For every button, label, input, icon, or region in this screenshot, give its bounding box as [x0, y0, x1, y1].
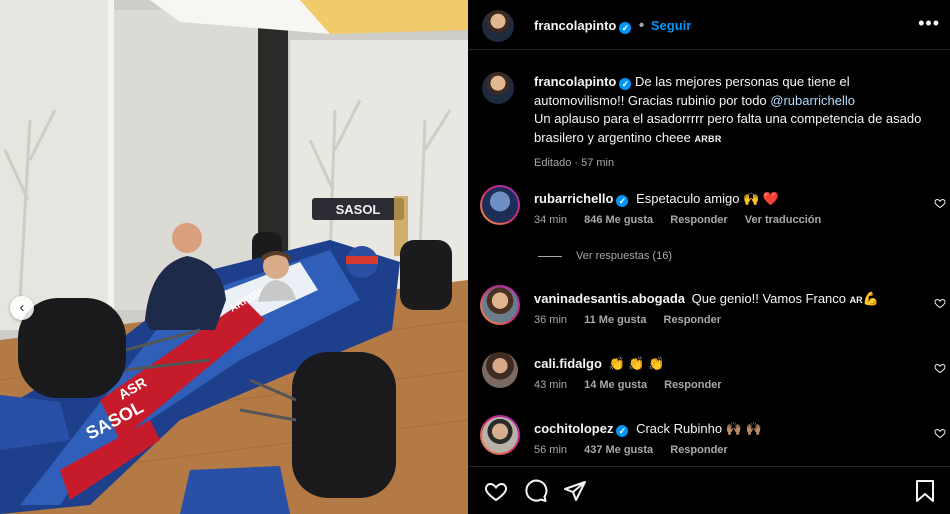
heart-icon[interactable]	[934, 362, 946, 374]
comment-body: cochitolopez ✓ Crack Rubinho 🙌🏽 🙌🏽	[534, 421, 762, 437]
comment-meta: 56 min 437 Me gusta Responder	[534, 444, 742, 456]
post-header: francolapinto ✓ • Seguir •••	[468, 0, 950, 50]
comment-username[interactable]: cali.fidalgo	[534, 356, 602, 371]
caption-time: 57 min	[581, 157, 615, 169]
verified-icon: ✓	[619, 22, 632, 34]
heart-icon[interactable]	[934, 297, 946, 309]
caption-flag: ARBR	[694, 133, 722, 144]
share-icon[interactable]	[563, 479, 587, 503]
reply-button[interactable]: Responder	[670, 444, 727, 456]
comment-text: Crack Rubinho 🙌🏽 🙌🏽	[636, 421, 762, 436]
bookmark-icon[interactable]	[914, 479, 936, 503]
comment-flag: AR	[849, 295, 863, 305]
comment-username[interactable]: cochitolopez	[534, 421, 613, 436]
comment-body: vaninadesantis.abogada Que genio!! Vamos…	[534, 291, 879, 307]
comment-meta: 36 min 11 Me gusta Responder	[534, 314, 735, 326]
caption-text-2: Un aplauso para el asadorrrrr pero falta…	[534, 111, 922, 145]
view-replies-label: Ver respuestas (16)	[576, 250, 672, 262]
comment-time: 36 min	[534, 314, 568, 326]
comment-meta: 34 min 846 Me gusta Responder Ver traduc…	[534, 214, 835, 226]
author-avatar[interactable]	[482, 10, 514, 42]
comment-time: 34 min	[534, 214, 568, 226]
verified-icon: ✓	[616, 425, 629, 437]
author-username[interactable]: francolapinto	[534, 18, 616, 33]
post-panel: francolapinto ✓ • Seguir ••• francolapint…	[468, 0, 950, 514]
caption-mention-link[interactable]: @rubarrichello	[770, 93, 855, 108]
commenter-avatar[interactable]	[482, 287, 518, 323]
action-bar	[468, 466, 950, 514]
post-photo[interactable]: SASOL 14 ASR SASOL ARROW	[0, 0, 468, 514]
comment-time: 56 min	[534, 444, 568, 456]
photo-illustration: SASOL 14 ASR SASOL ARROW	[0, 0, 468, 514]
comment-body: cali.fidalgo 👏 👏 👏	[534, 356, 664, 372]
comment-text: Espetaculo amigo 🙌 ❤️	[636, 191, 780, 206]
reply-button[interactable]: Responder	[664, 314, 721, 326]
reply-button[interactable]: Responder	[670, 214, 727, 226]
comment-text: Que genio!! Vamos Franco	[691, 291, 850, 306]
replies-line	[538, 255, 562, 257]
comment-body: rubarrichello ✓ Espetaculo amigo 🙌 ❤️	[534, 191, 779, 207]
comment-time: 43 min	[534, 379, 568, 391]
caption-meta: Editado · 57 min	[534, 157, 615, 169]
post-caption: francolapinto ✓ De las mejores personas q…	[534, 73, 934, 173]
comment-username[interactable]: vaninadesantis.abogada	[534, 291, 685, 306]
heart-icon[interactable]	[934, 197, 946, 209]
heart-icon[interactable]	[934, 427, 946, 439]
view-replies-button[interactable]: Ver respuestas (16)	[538, 250, 672, 262]
edited-label: Editado	[534, 157, 572, 169]
comment-icon[interactable]	[524, 479, 548, 503]
caption-username[interactable]: francolapinto	[534, 74, 616, 89]
comment-username[interactable]: rubarrichello	[534, 191, 613, 206]
translate-button[interactable]: Ver traducción	[745, 214, 821, 226]
follow-button[interactable]: Seguir	[651, 18, 691, 33]
comment-likes[interactable]: 846 Me gusta	[584, 214, 653, 226]
verified-icon: ✓	[616, 195, 629, 207]
comment-text: 👏 👏 👏	[608, 356, 665, 371]
caption-avatar[interactable]	[482, 72, 514, 104]
commenter-avatar[interactable]	[482, 417, 518, 453]
comment-emoji: 💪	[862, 291, 879, 306]
carousel-prev-button[interactable]: ‹	[10, 296, 34, 320]
separator-dot: •	[638, 17, 645, 34]
more-icon[interactable]: •••	[918, 13, 940, 34]
rear-wing-sponsor: SASOL	[336, 202, 381, 217]
like-heart-icon[interactable]	[484, 479, 508, 503]
comment-likes[interactable]: 11 Me gusta	[584, 314, 646, 326]
comment-likes[interactable]: 437 Me gusta	[584, 444, 653, 456]
verified-icon: ✓	[619, 78, 632, 90]
comment-likes[interactable]: 14 Me gusta	[584, 379, 647, 391]
comment-meta: 43 min 14 Me gusta Responder	[534, 379, 736, 391]
reply-button[interactable]: Responder	[664, 379, 721, 391]
commenter-avatar[interactable]	[482, 187, 518, 223]
chevron-left-icon: ‹	[19, 299, 25, 316]
commenter-avatar[interactable]	[482, 352, 518, 388]
